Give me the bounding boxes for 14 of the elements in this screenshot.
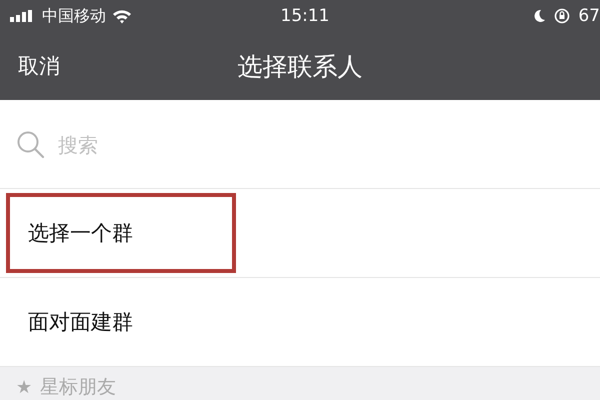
battery-percent: 67: [578, 6, 600, 26]
menu-item[interactable]: 选择一个群: [28, 219, 133, 247]
status-time: 15:11: [280, 6, 330, 26]
moon-icon: [533, 9, 546, 23]
cancel-button[interactable]: 取消: [18, 52, 60, 80]
section-title: 星标朋友: [40, 375, 116, 400]
search-icon: [16, 130, 46, 160]
wifi-icon: [112, 8, 132, 24]
star-icon: ★: [16, 376, 32, 398]
page-title: 选择联系人: [238, 50, 362, 82]
rotation-lock-icon: [554, 8, 570, 24]
menu-item[interactable]: 面对面建群: [28, 308, 133, 336]
search-field[interactable]: 搜索: [56, 132, 260, 158]
carrier-name: 中国移动: [42, 6, 106, 26]
